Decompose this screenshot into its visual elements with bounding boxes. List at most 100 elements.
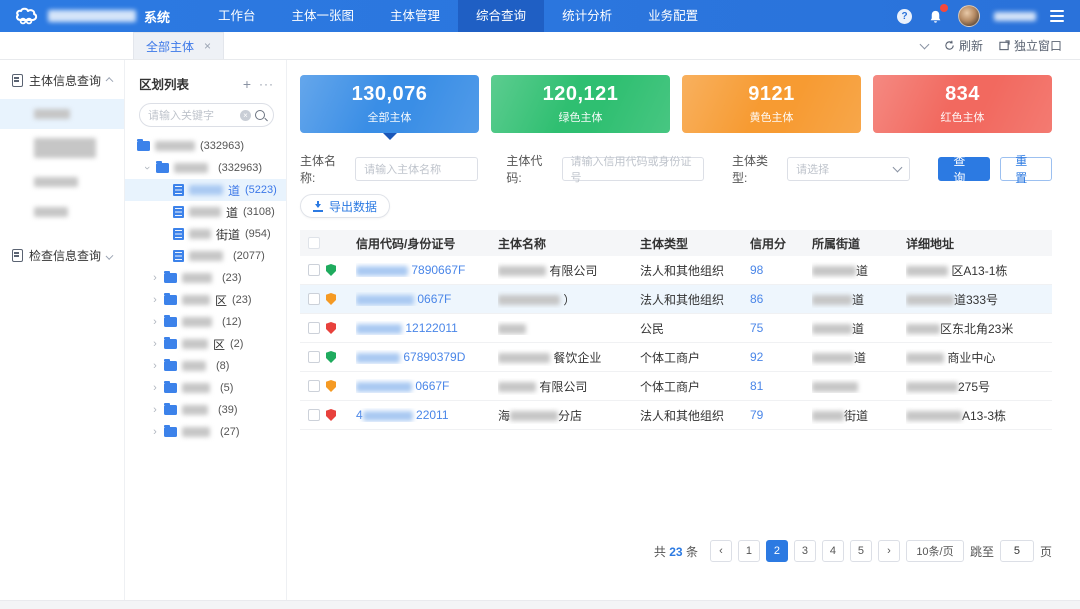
user-avatar[interactable]: [958, 5, 980, 27]
tree-item-district[interactable]: › (39): [125, 399, 286, 421]
tab-all-subjects[interactable]: 全部主体 ×: [133, 32, 224, 59]
jump-page-input[interactable]: 5: [1000, 540, 1034, 562]
folder-icon: [156, 163, 169, 173]
page-size-select[interactable]: 10条/页: [906, 540, 964, 562]
nav-item-subject-mgmt[interactable]: 主体管理: [372, 0, 458, 32]
stat-card-yellow-subjects[interactable]: 9121 黄色主体: [682, 75, 861, 133]
sidebar-group-subject-info-query[interactable]: 主体信息查询: [0, 60, 124, 99]
expand-arrow-icon[interactable]: ›: [151, 404, 159, 416]
expand-arrow-icon[interactable]: ›: [151, 426, 159, 438]
tree-item-street[interactable]: 道(3108): [125, 201, 286, 223]
nav-item-workbench[interactable]: 工作台: [200, 0, 274, 32]
folder-icon: [164, 295, 177, 305]
stat-card-green-subjects[interactable]: 120,121 绿色主体: [491, 75, 670, 133]
folder-icon: [164, 361, 177, 371]
chevron-down-icon[interactable]: [920, 39, 930, 49]
search-button[interactable]: 查询: [938, 157, 990, 181]
table-row[interactable]: 12122011 公民 75 道 区东北角23米: [300, 314, 1052, 343]
sidebar-item-selected[interactable]: [0, 99, 124, 129]
row-checkbox[interactable]: [308, 293, 320, 305]
select-all-checkbox[interactable]: [308, 237, 320, 249]
page-button-4[interactable]: 4: [822, 540, 844, 562]
tab-tools: 刷新 独立窗口: [921, 37, 1080, 54]
apps-grid-icon[interactable]: [865, 7, 883, 25]
row-checkbox[interactable]: [308, 264, 320, 276]
stat-card-all-subjects[interactable]: 130,076 全部主体: [300, 75, 479, 133]
nav-item-business-config[interactable]: 业务配置: [630, 0, 716, 32]
tree-item-district[interactable]: › (27): [125, 421, 286, 443]
tree-item-district[interactable]: › (8): [125, 355, 286, 377]
tree-item-street-selected[interactable]: 道(5223): [125, 179, 286, 201]
filter-subject-type: 主体类型: 请选择: [732, 152, 910, 186]
table-row[interactable]: 4 22011 海分店 法人和其他组织 79 街道 A13-3栋: [300, 401, 1052, 430]
table-header-row: 信用代码/身份证号 主体名称 主体类型 信用分 所属街道 详细地址: [300, 230, 1052, 256]
page-button-2-current[interactable]: 2: [766, 540, 788, 562]
nav-item-comprehensive-query[interactable]: 综合查询: [458, 0, 544, 32]
add-icon[interactable]: +: [243, 76, 251, 92]
page-button-3[interactable]: 3: [794, 540, 816, 562]
nav-item-statistics[interactable]: 统计分析: [544, 0, 630, 32]
row-checkbox[interactable]: [308, 322, 320, 334]
col-subject-type: 主体类型: [640, 235, 750, 252]
page-button-1[interactable]: 1: [738, 540, 760, 562]
more-icon[interactable]: ···: [259, 77, 274, 91]
expand-arrow-icon[interactable]: ›: [151, 360, 159, 372]
table-row[interactable]: 0667F 有限公司 个体工商户 81 275号: [300, 372, 1052, 401]
sidebar-group-inspection-info-query[interactable]: 检查信息查询: [0, 235, 124, 274]
subject-name-input[interactable]: 请输入主体名称: [355, 157, 478, 181]
tree-item-district[interactable]: › 区(2): [125, 333, 286, 355]
export-data-button[interactable]: 导出数据: [300, 194, 390, 218]
search-icon[interactable]: [255, 110, 265, 120]
sidebar-item[interactable]: [0, 197, 124, 227]
page-bottom-strip: [0, 600, 1080, 609]
filter-subject-code: 主体代码: 请输入信用代码或身份证号: [506, 152, 704, 186]
nav-item-subject-map[interactable]: 主体一张图: [274, 0, 373, 32]
reset-button[interactable]: 重置: [1000, 157, 1052, 181]
subject-type-select[interactable]: 请选择: [787, 157, 910, 181]
row-checkbox[interactable]: [308, 409, 320, 421]
tree-item-district[interactable]: › (23): [125, 267, 286, 289]
cloud-logo-icon: [14, 7, 40, 25]
folder-icon: [164, 427, 177, 437]
window-icon: [999, 40, 1010, 51]
notification-bell-icon[interactable]: [926, 7, 944, 25]
tree-item-street[interactable]: 街道(954): [125, 223, 286, 245]
expand-arrow-icon[interactable]: ›: [151, 316, 159, 328]
row-checkbox[interactable]: [308, 351, 320, 363]
tree-item-district[interactable]: › 区(23): [125, 289, 286, 311]
next-page-button[interactable]: ›: [878, 540, 900, 562]
table-row[interactable]: 7890667F 有限公司 法人和其他组织 98 道 区A13-1栋: [300, 256, 1052, 285]
filter-buttons: 查询 重置: [938, 157, 1052, 181]
tree-item-root[interactable]: (332963): [125, 135, 286, 157]
clear-icon[interactable]: ×: [240, 110, 251, 121]
stat-card-red-subjects[interactable]: 834 红色主体: [873, 75, 1052, 133]
help-icon[interactable]: ?: [897, 9, 912, 24]
menu-icon[interactable]: [1050, 10, 1064, 22]
tree-item-expanded[interactable]: › (332963): [125, 157, 286, 179]
sidebar-item[interactable]: [0, 167, 124, 197]
tree-item-street[interactable]: (2077): [125, 245, 286, 267]
page-button-5[interactable]: 5: [850, 540, 872, 562]
row-checkbox[interactable]: [308, 380, 320, 392]
folder-icon: [164, 383, 177, 393]
refresh-button[interactable]: 刷新: [944, 37, 983, 54]
prev-page-button[interactable]: ‹: [710, 540, 732, 562]
tree-search-input[interactable]: 请输入关键字 ×: [139, 103, 274, 127]
tree-item-district[interactable]: › (5): [125, 377, 286, 399]
subject-code-input[interactable]: 请输入信用代码或身份证号: [562, 157, 704, 181]
collapse-arrow-icon[interactable]: ›: [141, 164, 153, 172]
standalone-window-button[interactable]: 独立窗口: [999, 37, 1062, 54]
tree-item-district[interactable]: › (12): [125, 311, 286, 333]
expand-arrow-icon[interactable]: ›: [151, 272, 159, 284]
top-navigation: 工作台 主体一张图 主体管理 综合查询 统计分析 业务配置: [200, 0, 716, 32]
filter-subject-name: 主体名称: 请输入主体名称: [300, 152, 478, 186]
sidebar-item[interactable]: [0, 129, 124, 167]
table-row[interactable]: 67890379D 餐饮企业 个体工商户 92 道 商业中心: [300, 343, 1052, 372]
tab-close-icon[interactable]: ×: [204, 39, 211, 53]
expand-arrow-icon[interactable]: ›: [151, 338, 159, 350]
expand-arrow-icon[interactable]: ›: [151, 294, 159, 306]
stat-value: 834: [945, 83, 980, 106]
table-row[interactable]: 0667F ） 法人和其他组织 86 道 道333号: [300, 285, 1052, 314]
expand-arrow-icon[interactable]: ›: [151, 382, 159, 394]
subjects-table: 信用代码/身份证号 主体名称 主体类型 信用分 所属街道 详细地址 789066…: [300, 230, 1052, 430]
